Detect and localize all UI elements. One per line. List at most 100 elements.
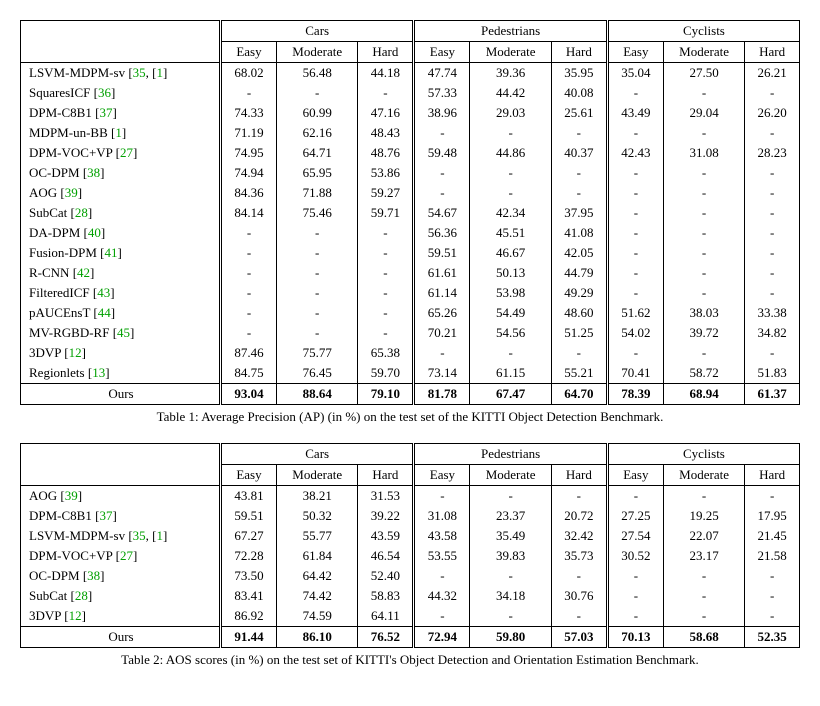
sub-header: Hard bbox=[358, 42, 414, 63]
value-cell: - bbox=[745, 243, 800, 263]
citation-link[interactable]: 13 bbox=[92, 365, 105, 380]
value-cell: - bbox=[663, 203, 744, 223]
method-cell: DPM-VOC+VP [27] bbox=[21, 546, 221, 566]
citation-link[interactable]: 38 bbox=[87, 165, 100, 180]
citation-link[interactable]: 28 bbox=[75, 205, 88, 220]
results-table-1: CarsPedestriansCyclistsEasyModerateHardE… bbox=[20, 20, 800, 405]
value-cell: - bbox=[663, 163, 744, 183]
citation-link[interactable]: 45 bbox=[117, 325, 130, 340]
table-1: CarsPedestriansCyclistsEasyModerateHardE… bbox=[20, 20, 800, 405]
value-cell: 21.45 bbox=[745, 526, 800, 546]
value-cell: 70.21 bbox=[414, 323, 470, 343]
citation-link[interactable]: 1 bbox=[157, 528, 164, 543]
caption-prefix: Table 1: bbox=[157, 409, 199, 424]
method-name: DPM-C8B1 bbox=[29, 105, 95, 120]
value-cell: 35.73 bbox=[551, 546, 607, 566]
citation-link[interactable]: 38 bbox=[87, 568, 100, 583]
method-cell: 3DVP [12] bbox=[21, 606, 221, 627]
value-cell: - bbox=[551, 486, 607, 507]
value-cell: - bbox=[663, 343, 744, 363]
ours-value: 88.64 bbox=[277, 384, 358, 405]
method-name: AOG bbox=[29, 185, 60, 200]
citation-link[interactable]: 37 bbox=[99, 508, 112, 523]
value-cell: - bbox=[607, 606, 663, 627]
value-cell: 68.02 bbox=[220, 63, 276, 84]
sub-header: Hard bbox=[551, 465, 607, 486]
citation-link[interactable]: 39 bbox=[65, 488, 78, 503]
citation-link[interactable]: 27 bbox=[120, 548, 133, 563]
method-cell: R-CNN [42] bbox=[21, 263, 221, 283]
value-cell: 47.16 bbox=[358, 103, 414, 123]
table-1-caption: Table 1: Average Precision (AP) (in %) o… bbox=[20, 409, 800, 425]
value-cell: 87.46 bbox=[220, 343, 276, 363]
value-cell: 35.04 bbox=[607, 63, 663, 84]
value-cell: - bbox=[358, 223, 414, 243]
citation-link[interactable]: 35 bbox=[133, 65, 146, 80]
ours-value: 64.70 bbox=[551, 384, 607, 405]
value-cell: - bbox=[551, 606, 607, 627]
value-cell: 40.08 bbox=[551, 83, 607, 103]
value-cell: - bbox=[663, 123, 744, 143]
value-cell: 39.72 bbox=[663, 323, 744, 343]
citation-link[interactable]: 28 bbox=[75, 588, 88, 603]
value-cell: - bbox=[220, 83, 276, 103]
value-cell: 51.62 bbox=[607, 303, 663, 323]
value-cell: 74.59 bbox=[277, 606, 358, 627]
value-cell: - bbox=[551, 123, 607, 143]
value-cell: 38.21 bbox=[277, 486, 358, 507]
value-cell: - bbox=[277, 283, 358, 303]
value-cell: - bbox=[607, 203, 663, 223]
table-2: CarsPedestriansCyclistsEasyModerateHardE… bbox=[20, 443, 800, 648]
group-header: Cars bbox=[220, 444, 413, 465]
method-name: Regionlets bbox=[29, 365, 88, 380]
value-cell: - bbox=[277, 223, 358, 243]
method-cell: MV-RGBD-RF [45] bbox=[21, 323, 221, 343]
value-cell: 32.42 bbox=[551, 526, 607, 546]
results-table-2: CarsPedestriansCyclistsEasyModerateHardE… bbox=[20, 443, 800, 648]
value-cell: 65.38 bbox=[358, 343, 414, 363]
value-cell: - bbox=[277, 303, 358, 323]
citation-link[interactable]: 41 bbox=[105, 245, 118, 260]
citation-link[interactable]: 43 bbox=[97, 285, 110, 300]
method-name: SquaresICF bbox=[29, 85, 94, 100]
value-cell: 29.03 bbox=[470, 103, 551, 123]
method-cell: MDPM-un-BB [1] bbox=[21, 123, 221, 143]
citation-link[interactable]: 1 bbox=[115, 125, 122, 140]
value-cell: 74.33 bbox=[220, 103, 276, 123]
method-name: AOG bbox=[29, 488, 60, 503]
value-cell: - bbox=[745, 566, 800, 586]
citation-link[interactable]: 39 bbox=[65, 185, 78, 200]
value-cell: 26.20 bbox=[745, 103, 800, 123]
value-cell: 54.49 bbox=[470, 303, 551, 323]
value-cell: 61.15 bbox=[470, 363, 551, 384]
citation-link[interactable]: 36 bbox=[98, 85, 111, 100]
citation-link[interactable]: 12 bbox=[69, 608, 82, 623]
sub-header: Moderate bbox=[470, 465, 551, 486]
citation-link[interactable]: 42 bbox=[77, 265, 90, 280]
citation-link[interactable]: 40 bbox=[88, 225, 101, 240]
value-cell: 61.61 bbox=[414, 263, 470, 283]
ours-label: Ours bbox=[21, 384, 221, 405]
value-cell: 52.40 bbox=[358, 566, 414, 586]
method-name: DA-DPM bbox=[29, 225, 84, 240]
value-cell: 39.36 bbox=[470, 63, 551, 84]
citation-link[interactable]: 12 bbox=[69, 345, 82, 360]
citation-link[interactable]: 44 bbox=[98, 305, 111, 320]
sub-header: Hard bbox=[551, 42, 607, 63]
value-cell: 59.71 bbox=[358, 203, 414, 223]
ours-value: 68.94 bbox=[663, 384, 744, 405]
value-cell: - bbox=[551, 343, 607, 363]
citation-link[interactable]: 1 bbox=[157, 65, 164, 80]
value-cell: - bbox=[414, 566, 470, 586]
value-cell: 23.17 bbox=[663, 546, 744, 566]
citation-link[interactable]: 37 bbox=[99, 105, 112, 120]
value-cell: 55.21 bbox=[551, 363, 607, 384]
citation-link[interactable]: 35 bbox=[133, 528, 146, 543]
sub-header: Easy bbox=[220, 42, 276, 63]
value-cell: 28.23 bbox=[745, 143, 800, 163]
value-cell: 35.95 bbox=[551, 63, 607, 84]
method-cell: AOG [39] bbox=[21, 486, 221, 507]
citation-link[interactable]: 27 bbox=[120, 145, 133, 160]
value-cell: 64.71 bbox=[277, 143, 358, 163]
value-cell: 74.42 bbox=[277, 586, 358, 606]
